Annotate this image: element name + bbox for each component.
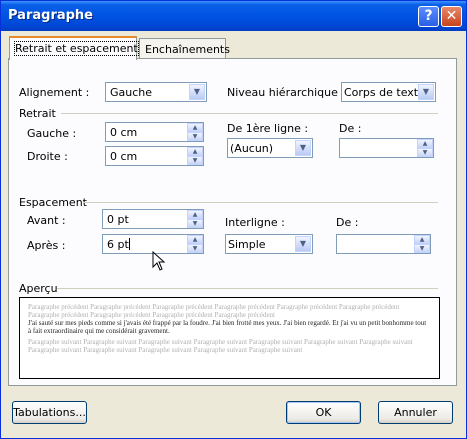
cancel-button[interactable]: Annuler: [378, 401, 453, 424]
text-caret: [128, 238, 130, 250]
preview-box: Paragraphe précédent Paragraphe précéden…: [19, 297, 440, 379]
title-bar[interactable]: Paragraphe ? ✕: [1, 1, 466, 31]
indent-right-label: Droite :: [27, 150, 68, 163]
dropdown-arrow-icon[interactable]: ▼: [189, 84, 205, 100]
spacing-after-value: 6 pt: [107, 238, 129, 251]
spin-down-icon[interactable]: ▼: [417, 148, 433, 157]
tab-label: Enchaînements: [145, 43, 230, 56]
help-button[interactable]: ?: [418, 6, 439, 27]
outline-level-label: Niveau hiérarchique :: [227, 86, 346, 99]
alignment-label: Alignement :: [19, 86, 90, 99]
group-divider: [61, 113, 438, 114]
line-spacing-label: Interligne :: [225, 216, 285, 229]
spin-down-icon[interactable]: ▼: [187, 219, 203, 228]
dropdown-arrow-icon[interactable]: ▼: [295, 140, 311, 156]
preview-group-label: Aperçu: [19, 282, 58, 295]
spin-up-icon[interactable]: ▲: [187, 147, 203, 156]
indent-left-spinner[interactable]: 0 cm ▲ ▼: [105, 122, 204, 142]
spacing-after-label: Après :: [27, 239, 66, 252]
tab-line-page-breaks[interactable]: Enchaînements: [139, 38, 230, 60]
spin-up-icon[interactable]: ▲: [414, 235, 430, 244]
alignment-select[interactable]: Gauche ▼: [105, 82, 207, 102]
indent-group-label: Retrait: [19, 107, 56, 120]
spin-down-icon[interactable]: ▼: [187, 156, 203, 165]
spin-down-icon[interactable]: ▼: [414, 244, 430, 253]
dropdown-arrow-icon[interactable]: ▼: [295, 236, 311, 252]
spacing-before-label: Avant :: [27, 214, 66, 227]
indent-by-spinner[interactable]: ▲ ▼: [339, 138, 434, 158]
spin-up-icon[interactable]: ▲: [187, 123, 203, 132]
dialog-title: Paragraphe: [8, 8, 94, 23]
tab-indent-spacing[interactable]: Retrait et espacement: [9, 36, 139, 60]
spin-down-icon[interactable]: ▼: [187, 132, 203, 141]
tabs-button[interactable]: Tabulations...: [12, 401, 87, 424]
tab-label: Retrait et espacement: [14, 41, 139, 56]
spin-up-icon[interactable]: ▲: [187, 210, 203, 219]
special-indent-select[interactable]: (Aucun) ▼: [227, 138, 313, 158]
preview-next-paragraph: Paragraphe suivant Paragraphe suivant Pa…: [28, 338, 413, 354]
line-spacing-select[interactable]: Simple ▼: [225, 234, 313, 254]
indent-left-label: Gauche :: [27, 127, 77, 140]
group-divider: [57, 288, 438, 289]
outline-level-select[interactable]: Corps de texte ▼: [341, 82, 436, 102]
spin-down-icon[interactable]: ▼: [187, 244, 203, 253]
spin-up-icon[interactable]: ▲: [417, 139, 433, 148]
dropdown-arrow-icon[interactable]: ▼: [418, 84, 434, 100]
line-spacing-at-spinner[interactable]: ▲ ▼: [336, 234, 431, 254]
ok-button[interactable]: OK: [286, 401, 361, 424]
spacing-before-spinner[interactable]: 0 pt ▲ ▼: [102, 209, 204, 229]
paragraph-dialog: Paragraphe ? ✕ Retrait et espacement Enc…: [0, 0, 467, 439]
special-indent-label: De 1ère ligne :: [227, 122, 309, 135]
group-divider: [83, 202, 438, 203]
spin-up-icon[interactable]: ▲: [187, 235, 203, 244]
indent-right-spinner[interactable]: 0 cm ▲ ▼: [105, 146, 204, 166]
mouse-pointer-icon: [152, 251, 166, 271]
preview-current-paragraph: J'ai sauté sur mes pieds comme si j'avai…: [28, 319, 427, 335]
preview-previous-paragraph: Paragraphe précédent Paragraphe précéden…: [28, 303, 400, 319]
spacing-group-label: Espacement: [19, 196, 87, 209]
line-spacing-at-label: De :: [336, 216, 359, 229]
close-button[interactable]: ✕: [441, 6, 462, 27]
indent-by-label: De :: [339, 122, 362, 135]
